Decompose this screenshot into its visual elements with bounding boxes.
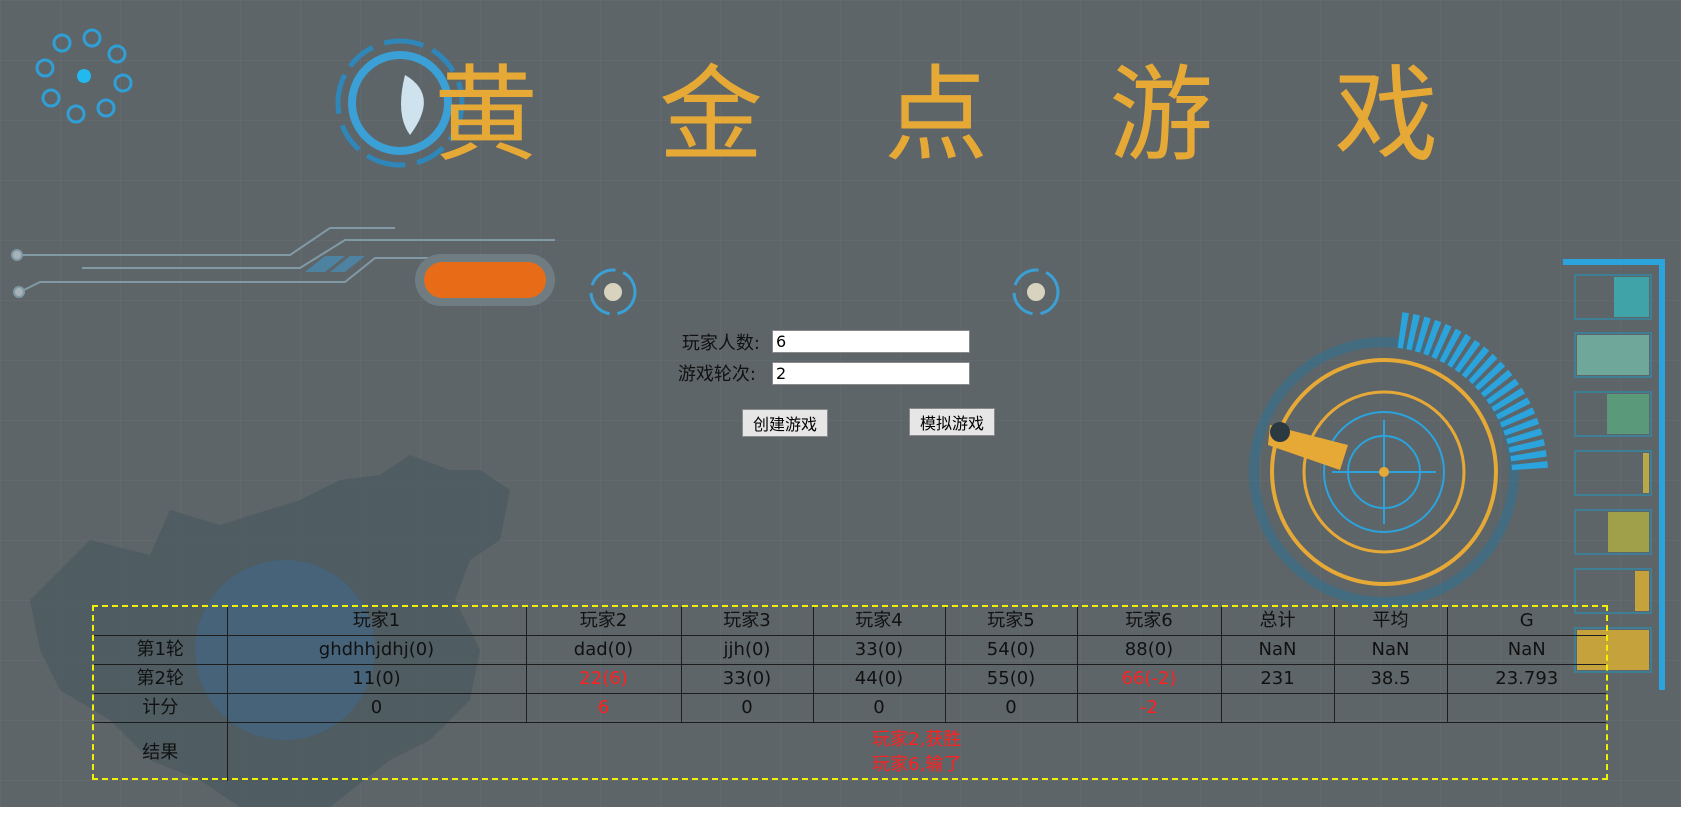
- table-row: 第2轮 11(0) 22(6) 33(0) 44(0) 55(0) 66(-2)…: [94, 664, 1606, 694]
- header-cell: 玩家2: [525, 607, 682, 636]
- score-cell: [1333, 693, 1448, 723]
- table-header-row: 玩家1 玩家2 玩家3 玩家4 玩家5 玩家6 总计 平均 G: [94, 607, 1606, 636]
- table-cell: ghdhhjdhj(0): [226, 635, 527, 665]
- players-count-input[interactable]: [772, 330, 970, 353]
- header-cell: 平均: [1333, 607, 1448, 636]
- table-cell: 11(0): [226, 664, 527, 694]
- score-cell: 0: [680, 693, 814, 723]
- loser-line: 玩家6,输了: [872, 754, 962, 775]
- page-title: 黄 金 点 游 戏: [434, 54, 1483, 176]
- table-cell: dad(0): [525, 635, 682, 665]
- score-row: 计分 0 6 0 0 0 -2: [94, 693, 1606, 723]
- create-game-button[interactable]: 创建游戏: [742, 409, 828, 437]
- table-cell: NaN: [1446, 635, 1606, 665]
- header-cell: G: [1446, 607, 1606, 636]
- orange-pill-decoration: [415, 254, 555, 306]
- result-table: 玩家1 玩家2 玩家3 玩家4 玩家5 玩家6 总计 平均 G 第1轮 ghdh…: [94, 607, 1606, 781]
- header-cell: 总计: [1220, 607, 1335, 636]
- table-row: 第1轮 ghdhhjdhj(0) dad(0) jjh(0) 33(0) 54(…: [94, 635, 1606, 665]
- header-cell: 玩家3: [680, 607, 814, 636]
- table-cell: 54(0): [944, 635, 1078, 665]
- score-cell: 6: [525, 693, 682, 723]
- result-table-frame: 玩家1 玩家2 玩家3 玩家4 玩家5 玩家6 总计 平均 G 第1轮 ghdh…: [92, 605, 1608, 781]
- game-page: 黄 金 点 游 戏 玩家人数: 游戏轮次: 创建游戏 模拟游戏 玩家1 玩家2 …: [0, 0, 1681, 807]
- table-cell: 55(0): [944, 664, 1078, 694]
- score-cell: 0: [226, 693, 527, 723]
- score-cell: [1220, 693, 1335, 723]
- players-label: 玩家人数:: [681, 333, 760, 354]
- table-cell: 231: [1220, 664, 1335, 694]
- table-cell: 23.793: [1446, 664, 1606, 694]
- score-cell: 0: [812, 693, 946, 723]
- simulate-game-button[interactable]: 模拟游戏: [909, 408, 995, 436]
- table-cell: NaN: [1220, 635, 1335, 665]
- rounds-count-input[interactable]: [772, 362, 970, 385]
- header-cell: 玩家4: [812, 607, 946, 636]
- row-label: 第1轮: [94, 635, 228, 665]
- table-cell: 44(0): [812, 664, 946, 694]
- result-row: 结果 玩家2,获胜 玩家6,输了: [94, 722, 1606, 781]
- dots-ring-icon: [35, 28, 133, 124]
- header-cell: [94, 607, 228, 636]
- row-label: 第2轮: [94, 664, 228, 694]
- table-cell: 88(0): [1076, 635, 1222, 665]
- table-cell: 38.5: [1333, 664, 1448, 694]
- table-cell: 33(0): [680, 664, 814, 694]
- winner-line: 玩家2,获胜: [872, 729, 962, 750]
- table-cell: NaN: [1333, 635, 1448, 665]
- result-label: 结果: [94, 722, 228, 781]
- result-text: 玩家2,获胜 玩家6,输了: [226, 722, 1606, 781]
- score-cell: [1446, 693, 1606, 723]
- row-label: 计分: [94, 693, 228, 723]
- table-cell: jjh(0): [680, 635, 814, 665]
- header-cell: 玩家6: [1076, 607, 1222, 636]
- header-cell: 玩家1: [226, 607, 527, 636]
- rounds-label: 游戏轮次:: [677, 364, 756, 385]
- score-cell: -2: [1076, 693, 1222, 723]
- table-cell: 66(-2): [1076, 664, 1222, 694]
- table-cell: 22(6): [525, 664, 682, 694]
- header-cell: 玩家5: [944, 607, 1078, 636]
- radar-gauge-icon: [1249, 312, 1548, 607]
- score-cell: 0: [944, 693, 1078, 723]
- table-cell: 33(0): [812, 635, 946, 665]
